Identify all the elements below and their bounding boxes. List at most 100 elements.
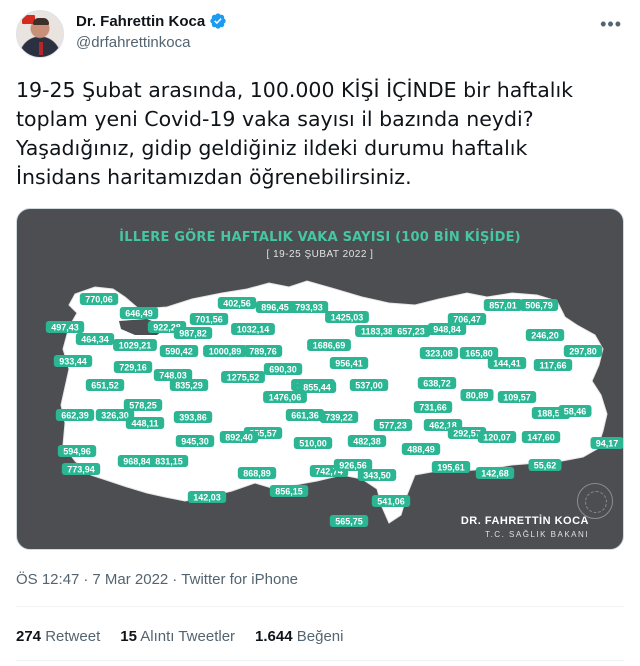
turkey-map: 770,06 402,56 896,45 793,93 857,01 506,79 646,… [45,280,623,527]
province-label: 855,44 [297,381,337,393]
province-label: 1425,03 [325,311,369,323]
author-name[interactable]: Dr. Fahrettin Koca [76,13,205,30]
tweet-source[interactable]: Twitter for iPhone [181,571,298,588]
svg-text:292,57: 292,57 [453,429,481,439]
tweet-time[interactable]: ÖS 12:47 [16,571,79,588]
svg-text:956,41: 956,41 [335,359,363,369]
province-label: 94,17 [590,437,623,449]
svg-text:393,86: 393,86 [179,413,207,423]
province-label: 892,40 [219,431,259,443]
svg-text:488,49: 488,49 [407,445,435,455]
province-label: 933,44 [53,355,93,367]
tweet-stats: 274 Retweet 15 Alıntı Tweetler 1.644 Beğ… [16,628,343,645]
svg-text:506,79: 506,79 [525,301,553,311]
province-label: 506,79 [519,299,559,311]
svg-text:165,80: 165,80 [465,349,493,359]
svg-text:1029,21: 1029,21 [119,341,152,351]
tweet-header: Dr. Fahrettin Koca @drfahrettinkoca ••• [16,10,624,60]
province-label: 651,52 [85,379,125,391]
province-label: 246,20 [525,329,565,341]
tweet-line: 19-25 Şubat arasında, 100.000 KİŞİ İÇİND… [16,78,574,102]
svg-text:80,89: 80,89 [466,391,489,401]
svg-text:577,23: 577,23 [379,421,407,431]
svg-text:835,29: 835,29 [175,381,203,391]
svg-text:594,96: 594,96 [63,447,91,457]
svg-text:144,41: 144,41 [493,359,521,369]
province-label: 868,89 [237,467,277,479]
province-label: 565,75 [329,515,369,527]
province-label: 109,57 [497,391,537,403]
tweet-image-map[interactable]: 770,06 402,56 896,45 793,93 857,01 506,79 646,… [16,208,624,550]
svg-text:857,01: 857,01 [489,301,517,311]
svg-text:510,00: 510,00 [299,439,327,449]
province-label: 857,01 [483,299,523,311]
svg-text:578,25: 578,25 [129,401,157,411]
svg-text:855,44: 855,44 [303,383,331,393]
svg-text:1275,52: 1275,52 [227,373,260,383]
province-label: 657,23 [391,325,431,337]
svg-text:868,89: 868,89 [243,469,271,479]
svg-text:933,44: 933,44 [59,357,87,367]
svg-text:1000,89: 1000,89 [209,347,242,357]
svg-text:94,17: 94,17 [596,439,619,449]
svg-text:142,68: 142,68 [481,469,509,479]
svg-text:58,46: 58,46 [564,407,587,417]
avatar[interactable] [16,10,64,58]
province-label: 482,38 [347,435,387,447]
svg-text:651,52: 651,52 [91,381,119,391]
province-label: 831,15 [149,455,189,467]
province-label: 393,86 [173,411,213,423]
svg-text:147,60: 147,60 [527,433,555,443]
svg-text:1183,38: 1183,38 [361,327,393,337]
province-label: 773,94 [61,463,101,475]
province-label: 729,16 [113,361,153,373]
map-title: İLLERE GÖRE HAFTALIK VAKA SAYISI (100 Bİ… [119,230,521,245]
province-label: 731,66 [413,401,453,413]
province-label: 464,34 [75,333,115,345]
like-count[interactable]: 1.644 Beğeni [255,628,343,645]
province-label: 789,76 [243,345,283,357]
svg-text:297,80: 297,80 [569,347,597,357]
svg-text:1425,03: 1425,03 [331,313,364,323]
svg-text:945,30: 945,30 [181,437,209,447]
province-label: 739,22 [319,411,359,423]
svg-text:661,36: 661,36 [291,411,319,421]
province-label: 770,06 [79,293,119,305]
tweet-text: 19-25 Şubat arasında, 100.000 KİŞİ İÇİND… [16,76,626,192]
province-label: 1032,14 [231,323,275,335]
svg-text:117,66: 117,66 [539,361,566,371]
verified-badge-icon [210,13,226,29]
svg-text:497,43: 497,43 [51,323,79,333]
svg-text:1686,69: 1686,69 [313,341,346,351]
svg-text:701,56: 701,56 [195,315,223,325]
svg-text:690,30: 690,30 [269,365,297,375]
tweet-date[interactable]: 7 Mar 2022 [92,571,168,588]
province-label: 956,41 [329,357,369,369]
province-label: 497,43 [45,321,85,333]
svg-text:343,50: 343,50 [363,471,391,481]
svg-text:1032,14: 1032,14 [237,325,270,335]
province-label: 690,30 [263,363,303,375]
author-handle[interactable]: @drfahrettinkoca [76,34,190,51]
svg-text:770,06: 770,06 [85,295,113,305]
svg-text:638,72: 638,72 [423,379,451,389]
svg-text:448,11: 448,11 [131,419,158,429]
more-options-icon[interactable]: ••• [600,14,622,35]
divider [16,660,624,661]
province-label: 80,89 [460,389,494,401]
province-label: 594,96 [57,445,97,457]
quote-tweet-count[interactable]: 15 Alıntı Tweetler [120,628,235,645]
retweet-count[interactable]: 274 Retweet [16,628,100,645]
province-label: 120,07 [477,431,517,443]
province-label: 793,93 [289,301,329,313]
province-label: 577,23 [373,419,413,431]
tweet-line: İnsidans haritamızdan öğrenebilirsiniz. [16,165,412,189]
svg-text:565,75: 565,75 [335,517,363,527]
province-label: 537,00 [349,379,389,391]
province-label: 662,39 [55,409,95,421]
svg-text:646,49: 646,49 [125,309,153,319]
province-label: 1275,52 [221,371,265,383]
svg-text:789,76: 789,76 [249,347,277,357]
province-label: 510,00 [293,437,333,449]
province-label: 144,41 [487,357,527,369]
